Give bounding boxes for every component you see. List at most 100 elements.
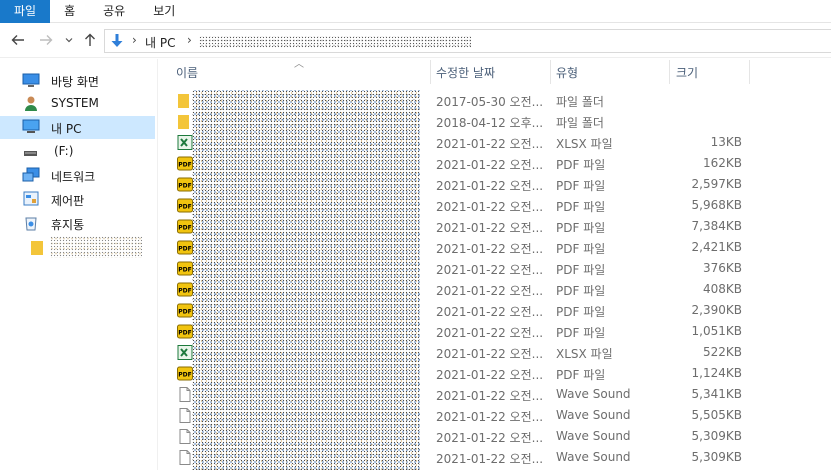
file-size: 5,968KB: [691, 198, 742, 212]
pdf-icon: PDF: [177, 324, 193, 339]
file-size: 522KB: [702, 345, 742, 359]
file-type: PDF 파일: [556, 284, 606, 298]
column-separator[interactable]: [430, 60, 431, 84]
svg-text:PDF: PDF: [178, 288, 191, 295]
file-type: PDF 파일: [556, 242, 606, 256]
file-date: 2021-01-22 오전...: [436, 452, 544, 466]
recycle-bin-icon: [25, 217, 37, 231]
file-type: PDF 파일: [556, 305, 606, 319]
file-date: 2021-01-22 오전...: [436, 263, 544, 277]
file-date: 2021-01-22 오전...: [436, 200, 544, 214]
file-type: PDF 파일: [556, 158, 606, 172]
pane-divider: [157, 59, 158, 470]
column-header-name[interactable]: 이름: [176, 60, 198, 86]
file-size: 5,341KB: [691, 387, 742, 401]
column-header-type[interactable]: 유형: [556, 60, 578, 86]
wave-file-icon: [179, 429, 191, 444]
pdf-icon: PDF: [177, 219, 193, 234]
svg-text:PDF: PDF: [178, 162, 191, 169]
file-size: 2,390KB: [691, 303, 742, 317]
tab-file[interactable]: 파일: [0, 0, 51, 23]
folder-icon: [178, 115, 189, 129]
column-header-size[interactable]: 크기: [676, 60, 698, 86]
file-type: XLSX 파일: [556, 137, 613, 151]
file-type: XLSX 파일: [556, 347, 613, 361]
svg-text:PDF: PDF: [178, 246, 191, 253]
sidebar-item-drive-f[interactable]: (F:): [0, 140, 155, 163]
sidebar-item-this-pc[interactable]: 내 PC: [0, 116, 155, 139]
sidebar-item-network[interactable]: 네트워크: [0, 164, 155, 187]
wave-file-icon: [179, 450, 191, 465]
desktop-icon: [22, 73, 40, 87]
redacted-path: [199, 36, 471, 48]
arrow-left-icon: [11, 35, 24, 45]
file-size: 13KB: [710, 135, 742, 149]
file-type: PDF 파일: [556, 368, 606, 382]
pdf-icon: PDF: [177, 366, 193, 381]
tab-view[interactable]: 보기: [139, 0, 189, 23]
back-button[interactable]: [10, 32, 26, 50]
file-date: 2018-04-12 오후...: [436, 116, 544, 130]
file-size: 5,505KB: [691, 408, 742, 422]
pdf-icon: PDF: [177, 156, 193, 171]
forward-button[interactable]: [38, 32, 54, 50]
file-size: 7,384KB: [691, 219, 742, 233]
file-date: 2021-01-22 오전...: [436, 284, 544, 298]
pdf-icon: PDF: [177, 261, 193, 276]
drive-icon: [24, 151, 37, 156]
file-type: PDF 파일: [556, 263, 606, 277]
pdf-icon: PDF: [177, 282, 193, 297]
column-separator[interactable]: [749, 60, 750, 84]
svg-text:PDF: PDF: [178, 372, 191, 379]
redacted-folder-name: [50, 236, 142, 258]
breadcrumb-this-pc[interactable]: 내 PC: [145, 34, 175, 51]
column-header-date[interactable]: 수정한 날짜: [436, 60, 495, 86]
sidebar-item-system[interactable]: SYSTEM: [0, 92, 155, 115]
file-size: 376KB: [702, 261, 742, 275]
up-button[interactable]: [82, 32, 98, 50]
ribbon-tabs: 파일 홈 공유 보기: [0, 0, 831, 23]
computer-icon: [22, 119, 40, 133]
svg-text:PDF: PDF: [178, 267, 191, 274]
sidebar-item-recycle-bin[interactable]: 휴지통: [0, 212, 155, 235]
sidebar-item-desktop[interactable]: 바탕 화면: [0, 69, 155, 92]
file-size: 1,124KB: [691, 366, 742, 380]
tab-home[interactable]: 홈: [50, 0, 89, 23]
svg-text:PDF: PDF: [178, 225, 191, 232]
file-date: 2021-01-22 오전...: [436, 326, 544, 340]
navigation-pane: 바탕 화면 SYSTEM 내 PC (F:) 네트워크 제어판 휴지통: [0, 59, 157, 470]
tab-share[interactable]: 공유: [89, 0, 139, 23]
sidebar-item-control-panel[interactable]: 제어판: [0, 188, 155, 211]
address-bar[interactable]: › 내 PC ›: [104, 29, 831, 53]
redacted-file-names: [192, 90, 420, 470]
file-date: 2021-01-22 오전...: [436, 368, 544, 382]
arrow-up-icon: [85, 33, 95, 46]
location-arrow-icon: [111, 34, 123, 47]
file-size: 162KB: [702, 156, 742, 170]
svg-text:PDF: PDF: [178, 183, 191, 190]
pdf-icon: PDF: [177, 198, 193, 213]
pdf-icon: PDF: [177, 303, 193, 318]
recent-locations-button[interactable]: [63, 32, 75, 50]
file-date: 2021-01-22 오전...: [436, 221, 544, 235]
wave-file-icon: [179, 387, 191, 402]
file-size: 1,051KB: [691, 324, 742, 338]
file-type: PDF 파일: [556, 326, 606, 340]
chevron-down-icon: [65, 38, 73, 43]
file-type: PDF 파일: [556, 179, 606, 193]
column-separator[interactable]: [550, 60, 551, 84]
file-date: 2021-01-22 오전...: [436, 179, 544, 193]
sidebar-item-label: 네트워크: [51, 170, 96, 184]
file-size: 2,421KB: [691, 240, 742, 254]
folder-icon: [178, 94, 189, 108]
file-date: 2021-01-22 오전...: [436, 410, 544, 424]
svg-text:PDF: PDF: [178, 309, 191, 316]
file-size: 5,309KB: [691, 450, 742, 464]
file-date: 2021-01-22 오전...: [436, 305, 544, 319]
folder-icon: [31, 241, 43, 255]
file-date: 2017-05-30 오전...: [436, 95, 544, 109]
file-type: Wave Sound: [556, 387, 631, 401]
file-type: 파일 폴더: [556, 95, 604, 109]
column-separator[interactable]: [669, 60, 670, 84]
file-type: Wave Sound: [556, 408, 631, 422]
